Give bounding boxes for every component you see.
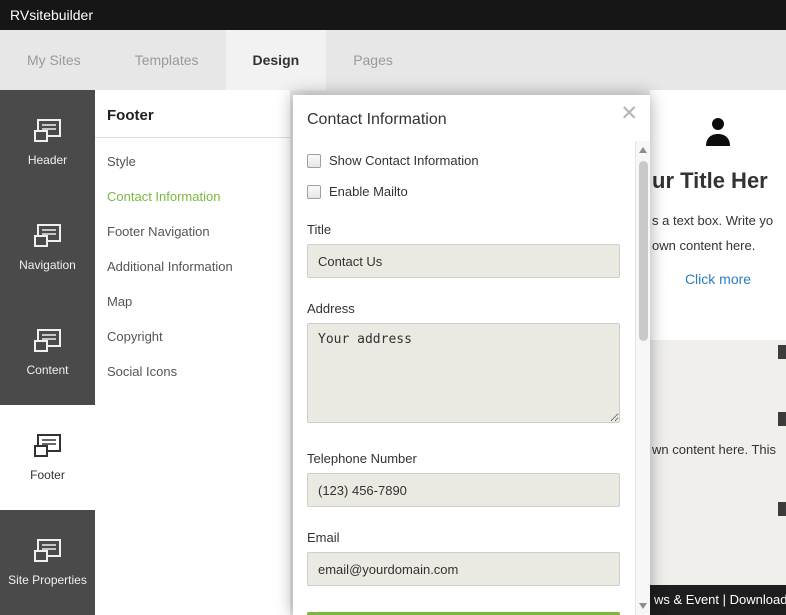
navigation-section-icon xyxy=(33,223,63,249)
panel-title: Footer xyxy=(95,90,290,138)
person-icon xyxy=(701,116,735,148)
email-field-label: Email xyxy=(307,530,620,545)
preview-edit-button[interactable] xyxy=(778,412,786,426)
footer-options-panel: Footer Style Contact Information Footer … xyxy=(95,90,290,615)
top-bar: RVsitebuilder xyxy=(0,0,786,30)
sidebar-item-label: Navigation xyxy=(19,258,76,273)
menu-item-style[interactable]: Style xyxy=(95,144,290,179)
title-field-label: Title xyxy=(307,222,620,237)
sidebar-item-navigation[interactable]: Navigation xyxy=(0,195,95,300)
design-sidebar: Header Navigation xyxy=(0,90,95,615)
modal-scrollbar[interactable] xyxy=(635,141,650,615)
app-title: RVsitebuilder xyxy=(10,7,93,23)
menu-item-footer-navigation[interactable]: Footer Navigation xyxy=(95,214,290,249)
sidebar-item-label: Footer xyxy=(30,468,65,483)
sidebar-item-label: Content xyxy=(26,363,68,378)
site-preview: ur Title Her s a text box. Write yo own … xyxy=(650,90,786,615)
close-icon[interactable]: ✕ xyxy=(620,99,638,129)
checkbox-label: Enable Mailto xyxy=(329,184,408,199)
tab-my-sites[interactable]: My Sites xyxy=(0,30,108,90)
sidebar-item-footer[interactable]: Footer xyxy=(0,405,95,510)
show-contact-information-row: Show Contact Information xyxy=(307,153,620,168)
dialog-body: Show Contact Information Enable Mailto T… xyxy=(293,153,650,615)
content-section-icon xyxy=(33,328,63,354)
preview-section: wn content here. This xyxy=(650,340,786,585)
scrollbar-thumb[interactable] xyxy=(639,161,648,341)
preview-hero: ur Title Her s a text box. Write yo own … xyxy=(650,90,786,340)
menu-item-additional-information[interactable]: Additional Information xyxy=(95,249,290,284)
footer-section-icon xyxy=(33,433,63,459)
sidebar-item-label: Header xyxy=(28,153,67,168)
header-section-icon xyxy=(33,118,63,144)
preview-section-text: wn content here. This xyxy=(650,340,786,457)
main-tab-bar: My Sites Templates Design Pages xyxy=(0,30,786,90)
show-contact-information-checkbox[interactable] xyxy=(307,154,321,168)
menu-item-copyright[interactable]: Copyright xyxy=(95,319,290,354)
telephone-field-label: Telephone Number xyxy=(307,451,620,466)
menu-item-map[interactable]: Map xyxy=(95,284,290,319)
preview-edit-button[interactable] xyxy=(778,345,786,359)
address-field[interactable]: Your address xyxy=(307,323,620,423)
preview-body-text: own content here. xyxy=(652,235,755,256)
title-field[interactable] xyxy=(307,244,620,278)
email-field[interactable] xyxy=(307,552,620,586)
tab-pages[interactable]: Pages xyxy=(326,30,420,90)
checkbox-label: Show Contact Information xyxy=(329,153,479,168)
scroll-down-icon[interactable] xyxy=(636,598,650,613)
sidebar-item-site-properties[interactable]: Site Properties xyxy=(0,510,95,615)
enable-mailto-row: Enable Mailto xyxy=(307,184,620,199)
sidebar-item-content[interactable]: Content xyxy=(0,300,95,405)
scroll-up-icon[interactable] xyxy=(636,143,650,158)
tab-design[interactable]: Design xyxy=(226,30,327,90)
preview-footer-links[interactable]: ws & Event | Download xyxy=(650,585,786,615)
menu-item-contact-information[interactable]: Contact Information xyxy=(95,179,290,214)
sidebar-item-label: Site Properties xyxy=(8,573,87,588)
contact-information-dialog: Contact Information ✕ Show Contact Infor… xyxy=(293,95,650,615)
preview-title: ur Title Her xyxy=(652,168,768,194)
address-field-label: Address xyxy=(307,301,620,316)
sidebar-item-header[interactable]: Header xyxy=(0,90,95,195)
enable-mailto-checkbox[interactable] xyxy=(307,185,321,199)
menu-item-social-icons[interactable]: Social Icons xyxy=(95,354,290,389)
dialog-title: Contact Information xyxy=(293,95,650,129)
preview-edit-button[interactable] xyxy=(778,502,786,516)
tab-templates[interactable]: Templates xyxy=(108,30,226,90)
preview-body-text: s a text box. Write yo xyxy=(652,210,773,231)
telephone-field[interactable] xyxy=(307,473,620,507)
app-window: RVsitebuilder My Sites Templates Design … xyxy=(0,0,786,615)
site-properties-icon xyxy=(33,538,63,564)
click-more-link[interactable]: Click more xyxy=(685,271,751,287)
